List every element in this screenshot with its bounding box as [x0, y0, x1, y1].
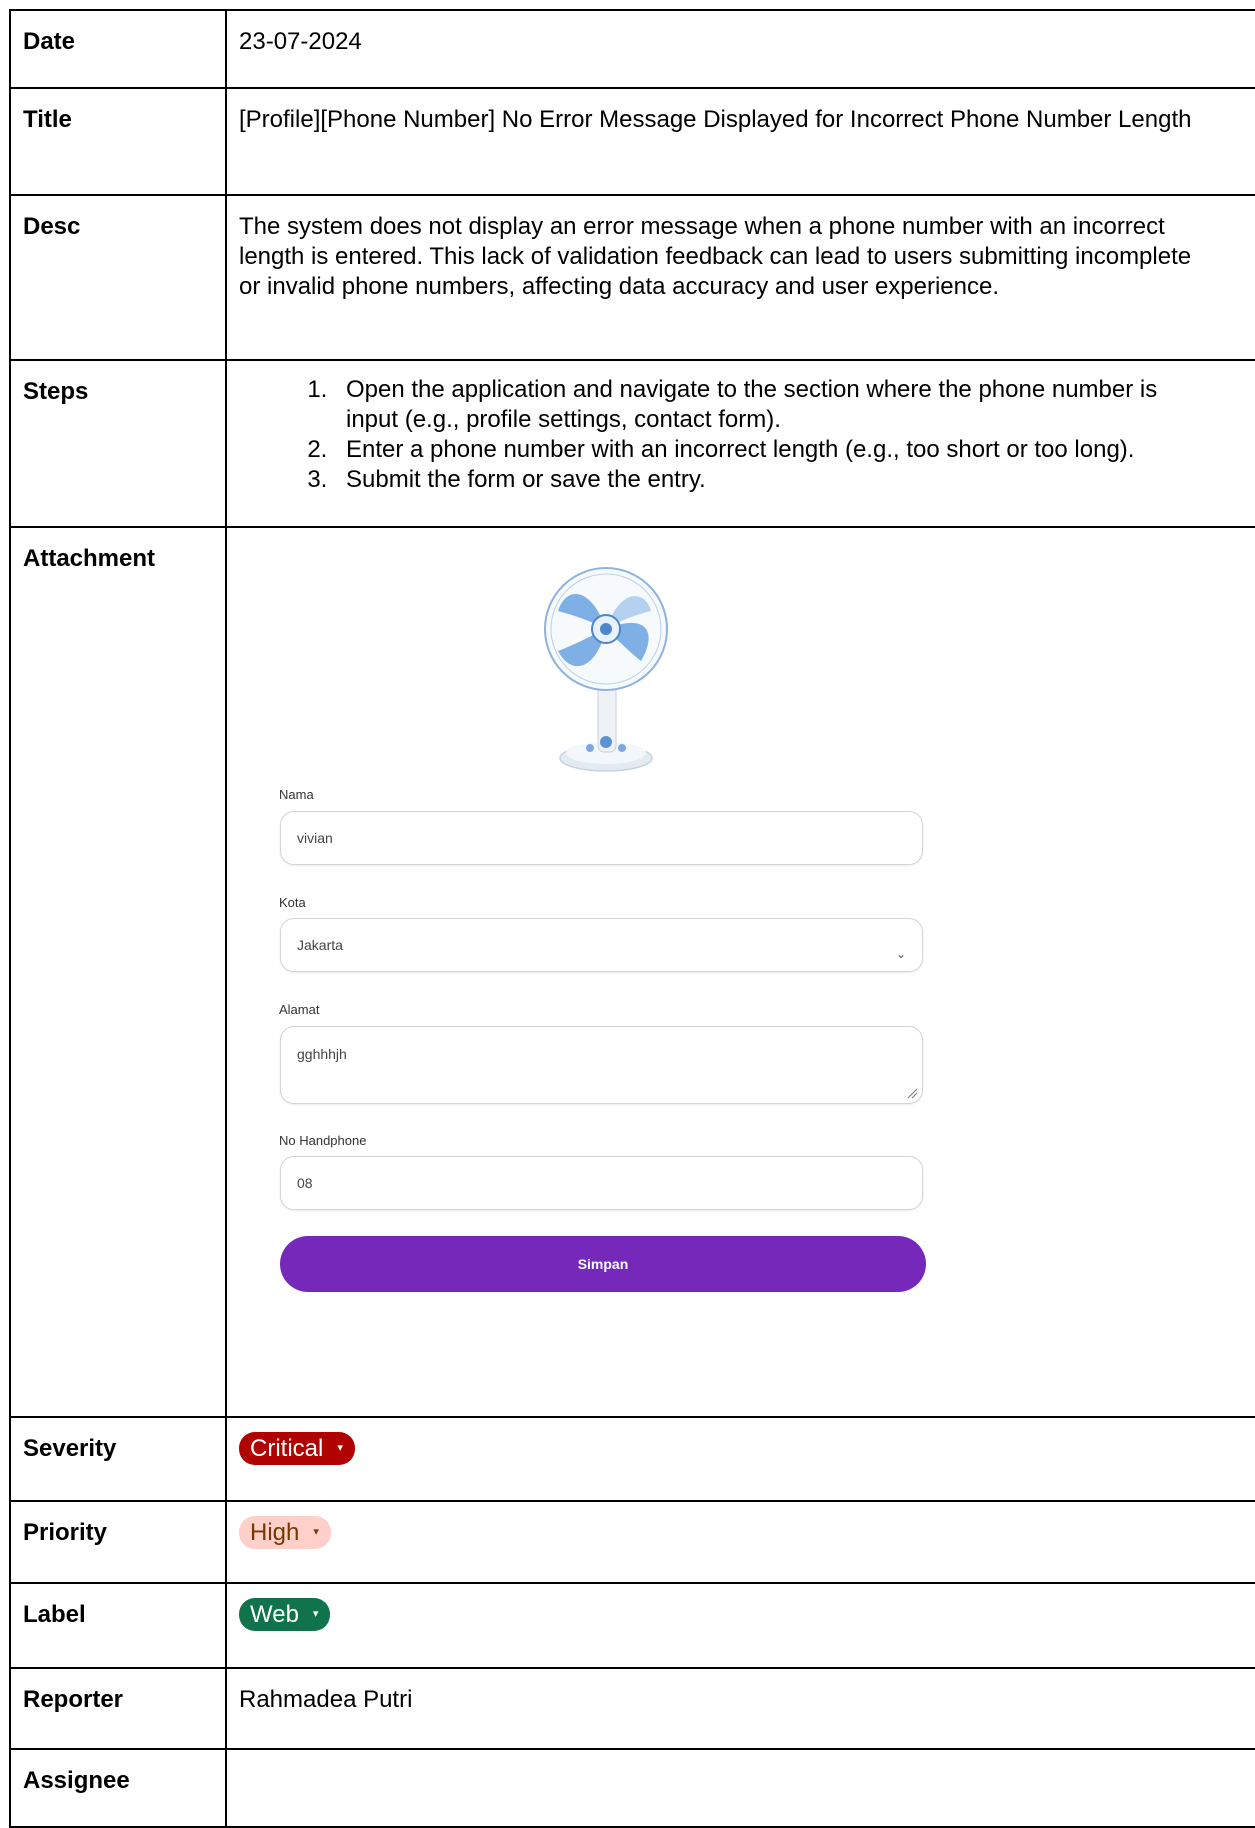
- severity-value: Critical ▾: [225, 1416, 1255, 1502]
- severity-chip-label: Critical: [250, 1435, 324, 1462]
- row-label: Label Web ▾: [9, 1582, 1255, 1669]
- bug-report-table: Date 23-07-2024 Title [Profile][Phone Nu…: [9, 9, 1255, 1828]
- kota-value: Jakarta: [297, 937, 343, 953]
- priority-value: High ▾: [225, 1500, 1255, 1584]
- severity-key: Severity: [9, 1416, 227, 1502]
- reporter-key: Reporter: [9, 1667, 227, 1750]
- alamat-value: gghhhjh: [297, 1046, 347, 1062]
- steps-value: Open the application and navigate to the…: [225, 359, 1255, 528]
- step-item: Enter a phone number with an incorrect l…: [334, 435, 1197, 465]
- row-desc: Desc The system does not display an erro…: [9, 194, 1255, 361]
- priority-chip-label: High: [250, 1519, 300, 1546]
- step-item: Submit the form or save the entry.: [334, 465, 1197, 495]
- attachment-key: Attachment: [9, 526, 227, 1418]
- row-severity: Severity Critical ▾: [9, 1416, 1255, 1502]
- chevron-down-icon: ▾: [337, 1442, 343, 1454]
- kota-label: Kota: [279, 895, 306, 910]
- date-key: Date: [9, 9, 227, 89]
- row-steps: Steps Open the application and navigate …: [9, 359, 1255, 528]
- row-attachment: Attachment Nama vivian Kota Jakarta ⌄ Al…: [9, 526, 1255, 1418]
- nama-label: Nama: [279, 787, 314, 802]
- attachment-screenshot: Nama vivian Kota Jakarta ⌄ Alamat gghhhj…: [227, 528, 1227, 1378]
- nama-input[interactable]: vivian: [280, 811, 923, 865]
- date-value: 23-07-2024: [225, 9, 1255, 89]
- label-chip-label: Web: [250, 1601, 299, 1628]
- attachment-value: Nama vivian Kota Jakarta ⌄ Alamat gghhhj…: [225, 526, 1255, 1418]
- desc-value: The system does not display an error mes…: [225, 194, 1255, 361]
- reporter-value: Rahmadea Putri: [225, 1667, 1255, 1750]
- phone-input[interactable]: 08: [280, 1156, 923, 1210]
- chevron-down-icon: ⌄: [895, 947, 906, 961]
- title-value: [Profile][Phone Number] No Error Message…: [225, 87, 1255, 196]
- row-date: Date 23-07-2024: [9, 9, 1255, 89]
- chevron-down-icon: ▾: [313, 1526, 319, 1538]
- severity-chip[interactable]: Critical ▾: [239, 1432, 355, 1465]
- priority-chip[interactable]: High ▾: [239, 1516, 331, 1549]
- row-reporter: Reporter Rahmadea Putri: [9, 1667, 1255, 1750]
- assignee-value: [225, 1748, 1255, 1828]
- kota-select[interactable]: Jakarta ⌄: [280, 918, 923, 972]
- phone-label: No Handphone: [279, 1133, 367, 1148]
- desc-key: Desc: [9, 194, 227, 361]
- resize-handle-icon[interactable]: [906, 1087, 918, 1099]
- title-key: Title: [9, 87, 227, 196]
- label-chip[interactable]: Web ▾: [239, 1598, 331, 1631]
- label-key: Label: [9, 1582, 227, 1669]
- phone-value: 08: [297, 1175, 313, 1191]
- priority-key: Priority: [9, 1500, 227, 1584]
- row-priority: Priority High ▾: [9, 1500, 1255, 1584]
- row-assignee: Assignee: [9, 1748, 1255, 1828]
- row-title: Title [Profile][Phone Number] No Error M…: [9, 87, 1255, 196]
- chevron-down-icon: ▾: [312, 1608, 319, 1620]
- steps-key: Steps: [9, 359, 227, 528]
- label-value: Web ▾: [225, 1582, 1255, 1669]
- nama-value: vivian: [297, 830, 333, 846]
- alamat-label: Alamat: [279, 1002, 320, 1017]
- assignee-key: Assignee: [9, 1748, 227, 1828]
- steps-list: Open the application and navigate to the…: [239, 375, 1197, 495]
- alamat-textarea[interactable]: gghhhjh: [280, 1026, 923, 1104]
- save-button[interactable]: Simpan: [280, 1236, 926, 1292]
- desk-fan-icon: [544, 567, 668, 772]
- step-item: Open the application and navigate to the…: [334, 375, 1197, 435]
